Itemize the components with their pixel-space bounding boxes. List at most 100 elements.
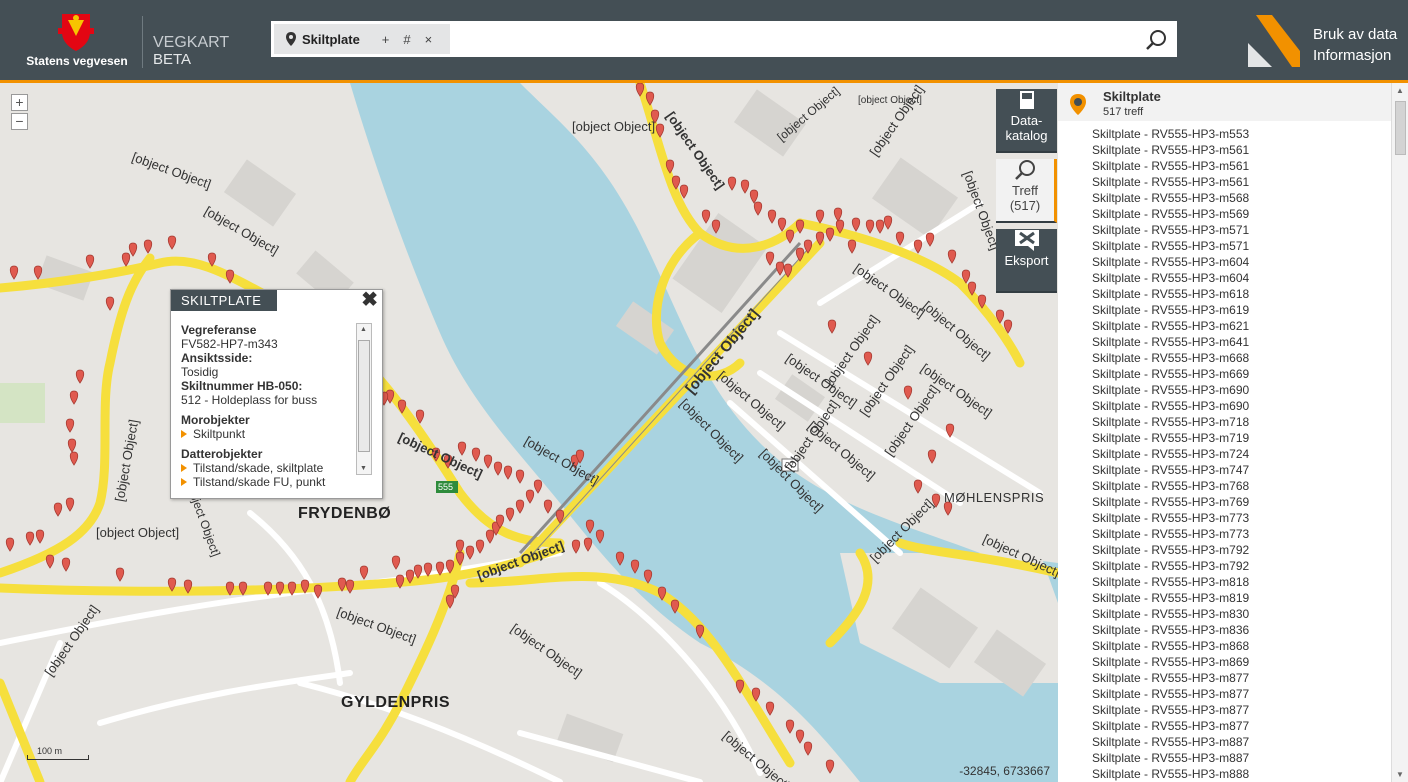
result-item[interactable]: Skiltplate - RV555-HP3-m747 — [1058, 462, 1391, 478]
zoom-out-button[interactable]: − — [11, 113, 28, 130]
result-item[interactable]: Skiltplate - RV555-HP3-m724 — [1058, 446, 1391, 462]
result-item[interactable]: Skiltplate - RV555-HP3-m718 — [1058, 414, 1391, 430]
tab-label: Eksport — [1004, 253, 1049, 268]
result-item[interactable]: Skiltplate - RV555-HP3-m887 — [1058, 734, 1391, 750]
tab-treff[interactable]: Treff (517) — [996, 159, 1057, 223]
map-label: [object Object] — [572, 119, 656, 134]
statens-vegvesen-logo[interactable]: Statens vegvesen — [22, 12, 132, 72]
district-label: MØHLENSPRIS — [944, 490, 1045, 505]
result-item[interactable]: Skiltplate - RV555-HP3-m818 — [1058, 574, 1391, 590]
search-chip-label: Skiltplate — [302, 31, 360, 47]
result-item[interactable]: Skiltplate - RV555-HP3-m887 — [1058, 750, 1391, 766]
datterobjekt-label: Tilstand/skade, skiltplate — [193, 461, 324, 475]
arrow-right-icon — [181, 478, 187, 486]
result-item[interactable]: Skiltplate - RV555-HP3-m869 — [1058, 654, 1391, 670]
result-item[interactable]: Skiltplate - RV555-HP3-m621 — [1058, 318, 1391, 334]
result-item[interactable]: Skiltplate - RV555-HP3-m619 — [1058, 302, 1391, 318]
district-label: GYLDENPRIS — [341, 694, 451, 711]
result-item[interactable]: Skiltplate - RV555-HP3-m773 — [1058, 526, 1391, 542]
search-icon[interactable] — [1145, 29, 1167, 51]
result-item[interactable]: Skiltplate - RV555-HP3-m769 — [1058, 494, 1391, 510]
result-item[interactable]: Skiltplate - RV555-HP3-m819 — [1058, 590, 1391, 606]
tab-datakatalog[interactable]: Data- katalog — [996, 89, 1057, 153]
close-icon[interactable]: ✖ — [361, 290, 378, 310]
map-marker-icon — [1070, 94, 1086, 115]
result-item[interactable]: Skiltplate - RV555-HP3-m618 — [1058, 286, 1391, 302]
header-divider — [142, 16, 143, 68]
ansiktsside-value: Tosidig — [181, 365, 219, 379]
result-item[interactable]: Skiltplate - RV555-HP3-m792 — [1058, 558, 1391, 574]
result-item[interactable]: Skiltplate - RV555-HP3-m669 — [1058, 366, 1391, 382]
result-item[interactable]: Skiltplate - RV555-HP3-m888 — [1058, 766, 1391, 782]
arrow-right-icon — [181, 464, 187, 472]
result-item[interactable]: Skiltplate - RV555-HP3-m571 — [1058, 238, 1391, 254]
scale-bar: 100 m — [27, 746, 89, 760]
skiltnummer-label: Skiltnummer HB-050: — [181, 379, 303, 393]
result-item[interactable]: Skiltplate - RV555-HP3-m877 — [1058, 670, 1391, 686]
popup-scroll-thumb[interactable] — [358, 340, 370, 452]
result-item[interactable]: Skiltplate - RV555-HP3-m719 — [1058, 430, 1391, 446]
shield-icon — [58, 14, 94, 51]
result-item[interactable]: Skiltplate - RV555-HP3-m561 — [1058, 174, 1391, 190]
scale-label: 100 m — [37, 746, 63, 756]
vegreferanse-label: Vegreferanse — [181, 323, 257, 337]
result-item[interactable]: Skiltplate - RV555-HP3-m836 — [1058, 622, 1391, 638]
result-item[interactable]: Skiltplate - RV555-HP3-m561 — [1058, 158, 1391, 174]
datterobjekt-link[interactable]: Tilstand/skade FU, punkt — [181, 475, 353, 489]
result-item[interactable]: Skiltplate - RV555-HP3-m568 — [1058, 190, 1391, 206]
result-item[interactable]: Skiltplate - RV555-HP3-m773 — [1058, 510, 1391, 526]
district-label: FRYDENBØ — [298, 505, 392, 522]
result-item[interactable]: Skiltplate - RV555-HP3-m690 — [1058, 398, 1391, 414]
tab-label: Data- — [1010, 113, 1043, 128]
map-pin-icon — [286, 32, 296, 46]
zoom-in-button[interactable]: + — [11, 94, 28, 111]
map-view[interactable]: + − [object Object] [object Object] [obj… — [0, 83, 1058, 782]
result-item[interactable]: Skiltplate - RV555-HP3-m877 — [1058, 702, 1391, 718]
tab-count: (517) — [1009, 198, 1041, 213]
result-item[interactable]: Skiltplate - RV555-HP3-m571 — [1058, 222, 1391, 238]
result-item[interactable]: Skiltplate - RV555-HP3-m690 — [1058, 382, 1391, 398]
coordinate-readout: -32845, 6733667 — [959, 764, 1050, 778]
result-item[interactable]: Skiltplate - RV555-HP3-m868 — [1058, 638, 1391, 654]
result-item[interactable]: Skiltplate - RV555-HP3-m561 — [1058, 142, 1391, 158]
result-item[interactable]: Skiltplate - RV555-HP3-m768 — [1058, 478, 1391, 494]
skiltnummer-value: 512 - Holdeplass for buss — [181, 393, 318, 407]
link-bruk-av-data[interactable]: Bruk av data — [1313, 24, 1397, 45]
result-item[interactable]: Skiltplate - RV555-HP3-m792 — [1058, 542, 1391, 558]
arrow-right-icon — [181, 430, 187, 438]
result-scrollbar[interactable]: ▲ ▼ — [1391, 83, 1408, 782]
datterobjekt-link[interactable]: Tilstand/skade, skiltplate — [181, 461, 353, 475]
chip-remove-button[interactable]: × — [425, 32, 433, 47]
result-item[interactable]: Skiltplate - RV555-HP3-m830 — [1058, 606, 1391, 622]
result-item[interactable]: Skiltplate - RV555-HP3-m877 — [1058, 686, 1391, 702]
link-informasjon[interactable]: Informasjon — [1313, 45, 1397, 66]
search-bar[interactable]: Skiltplate + # × — [271, 21, 1177, 57]
popup-scrollbar[interactable]: ▲ ▼ — [356, 323, 372, 475]
result-scroll-thumb[interactable] — [1395, 101, 1406, 155]
popup-title: SKILTPLATE — [171, 290, 277, 311]
chip-add-button[interactable]: + — [382, 32, 390, 47]
result-item[interactable]: Skiltplate - RV555-HP3-m569 — [1058, 206, 1391, 222]
tab-label: Treff — [1011, 183, 1038, 198]
chip-hash-button[interactable]: # — [403, 32, 410, 47]
map-label: [object Object] — [96, 525, 180, 540]
datterobjekter-label: Datterobjekter — [181, 447, 263, 461]
app-title: VEGKART — [153, 34, 230, 51]
morobjekt-label: Skiltpunkt — [193, 427, 246, 441]
result-item[interactable]: Skiltplate - RV555-HP3-m877 — [1058, 718, 1391, 734]
result-item[interactable]: Skiltplate - RV555-HP3-m604 — [1058, 254, 1391, 270]
result-item[interactable]: Skiltplate - RV555-HP3-m604 — [1058, 270, 1391, 286]
morobjekt-link[interactable]: Skiltpunkt — [181, 427, 353, 441]
book-icon — [1019, 91, 1034, 109]
tab-eksport[interactable]: Eksport — [996, 229, 1057, 293]
search-chip[interactable]: Skiltplate + # × — [274, 24, 450, 54]
vegreferanse-value: FV582-HP7-m343 — [181, 337, 278, 351]
export-icon — [1014, 230, 1039, 251]
popup-header: SKILTPLATE ✖ — [171, 290, 382, 311]
result-item[interactable]: Skiltplate - RV555-HP3-m668 — [1058, 350, 1391, 366]
result-item[interactable]: Skiltplate - RV555-HP3-m641 — [1058, 334, 1391, 350]
side-tabs: Data- katalog Treff (517) Eksport — [996, 83, 1057, 293]
app-badge: BETA — [153, 51, 192, 68]
app-name: VEGKART BETA — [153, 34, 229, 68]
result-item[interactable]: Skiltplate - RV555-HP3-m553 — [1058, 126, 1391, 142]
